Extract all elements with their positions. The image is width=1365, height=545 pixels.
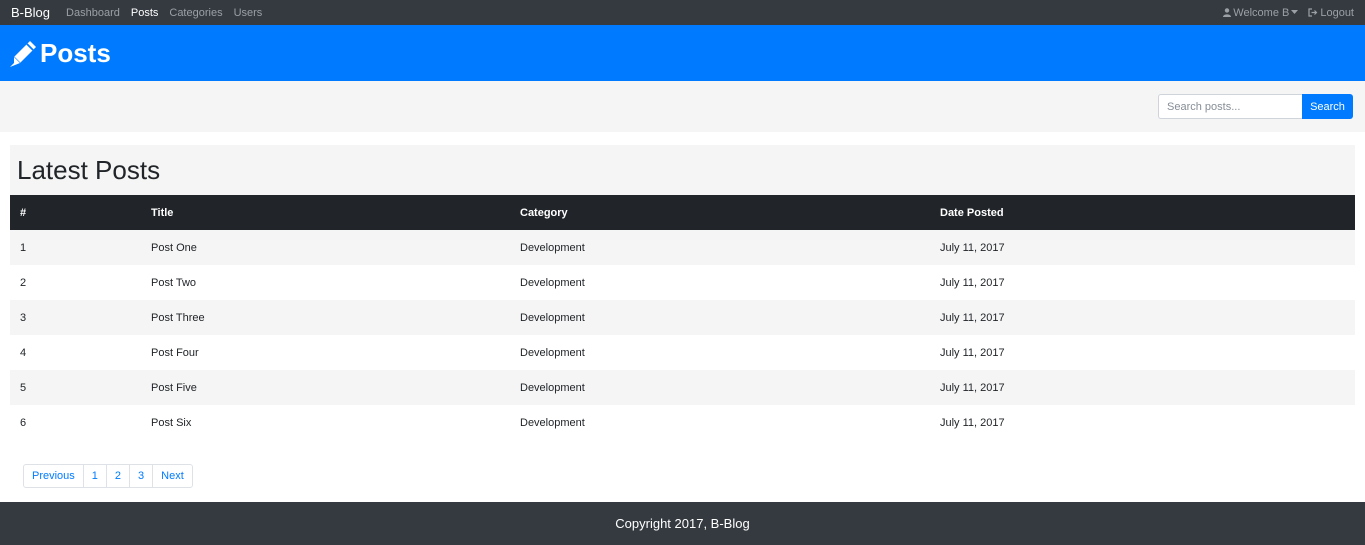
pagination-page-1[interactable]: 1 — [82, 464, 107, 488]
table-row: 5 Post Five Development July 11, 2017 — [10, 370, 1355, 405]
page-footer: Copyright 2017, B-Blog — [0, 502, 1365, 545]
cell-title: Post Two — [151, 276, 197, 289]
cell-title: Post Three — [151, 311, 205, 324]
cell-title: Post One — [151, 241, 197, 254]
search-group: Search — [1158, 94, 1353, 119]
cell-number: 1 — [20, 241, 27, 254]
nav-dashboard[interactable]: Dashboard — [66, 7, 120, 19]
page-header: Posts — [0, 25, 1365, 81]
logout-icon — [1308, 8, 1318, 17]
column-header-date: Date Posted — [940, 206, 1004, 219]
brand-link[interactable]: B-Blog — [11, 5, 50, 20]
cell-category: Development — [520, 276, 585, 289]
nav-categories[interactable]: Categories — [169, 7, 222, 19]
user-icon — [1223, 8, 1232, 17]
main-content: Latest Posts # Title Category Date Poste… — [0, 132, 1365, 502]
welcome-label: Welcome B — [1233, 6, 1290, 19]
nav-right: Welcome B Logout — [1223, 7, 1354, 19]
page-title: Posts — [10, 38, 111, 69]
pencil-icon — [10, 41, 36, 67]
table-header-row: # Title Category Date Posted — [10, 195, 1355, 230]
posts-table: # Title Category Date Posted 1 Post One … — [10, 195, 1355, 440]
pagination-page-3[interactable]: 3 — [129, 464, 154, 488]
posts-card-title: Latest Posts — [17, 154, 161, 185]
column-header-number: # — [20, 206, 27, 219]
search-button[interactable]: Search — [1302, 94, 1353, 119]
cell-category: Development — [520, 346, 585, 359]
column-header-title: Title — [151, 206, 174, 219]
table-row: 2 Post Two Development July 11, 2017 — [10, 265, 1355, 300]
cell-date: July 11, 2017 — [940, 311, 1005, 324]
table-row: 1 Post One Development July 11, 2017 — [10, 230, 1355, 265]
logout-link[interactable]: Logout — [1308, 7, 1354, 19]
cell-number: 2 — [20, 276, 27, 289]
cell-number: 4 — [20, 346, 27, 359]
welcome-dropdown[interactable]: Welcome B — [1223, 6, 1299, 19]
cell-date: July 11, 2017 — [940, 381, 1005, 394]
logout-label: Logout — [1320, 6, 1354, 19]
nav-users[interactable]: Users — [234, 7, 263, 19]
cell-title: Post Six — [151, 416, 192, 429]
nav-links: Dashboard Posts Categories Users — [66, 7, 1223, 19]
cell-category: Development — [520, 311, 585, 324]
pagination-next[interactable]: Next — [152, 464, 193, 488]
pagination-page-2[interactable]: 2 — [105, 464, 131, 488]
cell-title: Post Four — [151, 346, 199, 359]
cell-date: July 11, 2017 — [940, 416, 1005, 429]
action-bar: Search — [0, 81, 1365, 132]
pagination-previous[interactable]: Previous — [23, 464, 84, 488]
column-header-category: Category — [520, 206, 568, 219]
cell-title: Post Five — [151, 381, 197, 394]
footer-copyright: Copyright 2017, B-Blog — [615, 516, 750, 531]
table-row: 6 Post Six Development July 11, 2017 — [10, 405, 1355, 440]
table-row: 4 Post Four Development July 11, 2017 — [10, 335, 1355, 370]
cell-date: July 11, 2017 — [940, 241, 1005, 254]
cell-date: July 11, 2017 — [940, 346, 1005, 359]
cell-category: Development — [520, 241, 585, 254]
nav-posts[interactable]: Posts — [131, 7, 159, 19]
cell-number: 6 — [20, 416, 27, 429]
pagination: Previous 1 2 3 Next — [23, 464, 1355, 488]
cell-number: 3 — [20, 311, 27, 324]
page-title-text: Posts — [40, 37, 111, 68]
top-navbar: B-Blog Dashboard Posts Categories Users … — [0, 0, 1365, 25]
cell-date: July 11, 2017 — [940, 276, 1005, 289]
table-row: 3 Post Three Development July 11, 2017 — [10, 300, 1355, 335]
caret-down-icon — [1291, 10, 1299, 14]
cell-category: Development — [520, 416, 585, 429]
search-input[interactable] — [1158, 94, 1302, 119]
posts-card-header: Latest Posts — [10, 145, 1355, 195]
cell-number: 5 — [20, 381, 27, 394]
cell-category: Development — [520, 381, 585, 394]
